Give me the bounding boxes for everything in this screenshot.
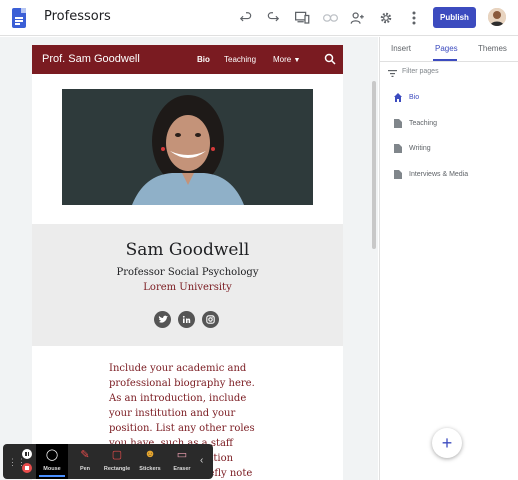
share-icon[interactable] [348,9,366,27]
tool-label: Pen [79,466,91,472]
tool-label: Stickers [139,466,161,472]
nav-more-label: More [273,55,292,64]
rectangle-icon: ▢ [111,449,123,461]
pen-icon: ✎ [80,449,90,461]
page-icon [394,118,402,128]
linkedin-icon[interactable] [178,311,195,328]
tool-mouse[interactable]: ◯ Mouse [36,444,68,479]
profile-photo[interactable] [62,89,313,205]
nav-link-bio[interactable]: Bio [197,55,210,64]
tool-label: Eraser [173,466,191,472]
page-item-label: Writing [409,144,431,152]
page-item-teaching[interactable]: Teaching [394,117,437,129]
top-bar: Professors Publish [0,0,518,36]
bio-line: your institution and your [109,408,236,419]
tool-pen[interactable]: ✎ Pen [69,444,101,479]
annotation-toolbar: ⋮⋮ ◯ Mouse ✎ Pen ▢ Rectangle ☻ Stickers … [3,444,213,479]
bio-line: As an introduction, include [109,393,247,404]
page-item-bio[interactable]: Bio [394,91,419,103]
panel-divider [380,61,518,62]
page-item-label: Interviews & Media [409,170,469,178]
undo-icon[interactable] [237,9,255,27]
gear-icon[interactable] [377,9,395,27]
site-preview: Prof. Sam Goodwell Bio Teaching More ▼ S… [32,45,343,480]
sticker-icon: ☻ [144,448,156,460]
publish-button[interactable]: Publish [433,7,476,28]
page-item-label: Bio [409,93,420,101]
page-item-writing[interactable]: Writing [394,142,431,154]
tool-stickers[interactable]: ☻ Stickers [134,444,166,479]
preview-devices-icon[interactable] [293,9,311,27]
tool-rectangle[interactable]: ▢ Rectangle [101,444,133,479]
chevron-down-icon: ▼ [293,57,301,64]
bio-line: Include your academic and [109,363,247,374]
tab-insert[interactable]: Insert [391,44,411,53]
tool-label: Rectangle [103,466,131,472]
person-university[interactable]: Lorem University [32,282,343,293]
chevron-left-icon[interactable]: ‹ [200,455,203,466]
canvas-scrollbar[interactable] [372,81,376,249]
site-name[interactable]: Prof. Sam Goodwell [42,53,140,65]
redo-icon[interactable] [264,9,282,27]
add-page-button[interactable]: + [432,428,462,458]
tab-themes[interactable]: Themes [478,44,507,53]
eraser-icon: ▭ [176,449,188,461]
stop-recording-button[interactable] [22,463,32,473]
nav-link-teaching[interactable]: Teaching [224,55,256,64]
active-tool-indicator [39,475,65,477]
page-icon [394,169,402,179]
tool-label: Mouse [43,466,61,472]
page-item-interviews-media[interactable]: Interviews & Media [394,168,468,180]
side-panel: Insert Pages Themes Filter pages Bio Tea… [379,37,518,480]
filter-pages-input[interactable]: Filter pages [402,68,439,75]
person-name[interactable]: Sam Goodwell [32,240,343,260]
site-title[interactable]: Professors [44,9,111,24]
bio-line: professional biography here. [109,378,255,389]
person-role[interactable]: Professor Social Psychology [32,267,343,278]
nav-link-more[interactable]: More ▼ [273,55,300,64]
page-icon [394,143,402,153]
tool-eraser[interactable]: ▭ Eraser [166,444,198,479]
more-vert-icon[interactable] [405,9,423,27]
pause-recording-button[interactable] [22,449,32,459]
search-icon[interactable] [324,53,336,65]
sites-logo-icon[interactable] [12,8,26,28]
filter-icon [388,70,397,77]
link-icon[interactable] [321,9,339,27]
instagram-icon[interactable] [202,311,219,328]
home-icon [394,92,402,102]
avatar[interactable] [488,8,506,26]
mouse-cursor-icon: ◯ [45,449,59,461]
bio-line: position. List any other roles [109,423,255,434]
tab-pages[interactable]: Pages [435,44,458,53]
site-header: Prof. Sam Goodwell Bio Teaching More ▼ [32,45,343,74]
editor-canvas: Prof. Sam Goodwell Bio Teaching More ▼ S… [0,37,378,480]
app-window: Professors Publish Prof. Sam Goodwell Bi… [0,0,518,480]
page-item-label: Teaching [409,119,438,127]
twitter-icon[interactable] [154,311,171,328]
